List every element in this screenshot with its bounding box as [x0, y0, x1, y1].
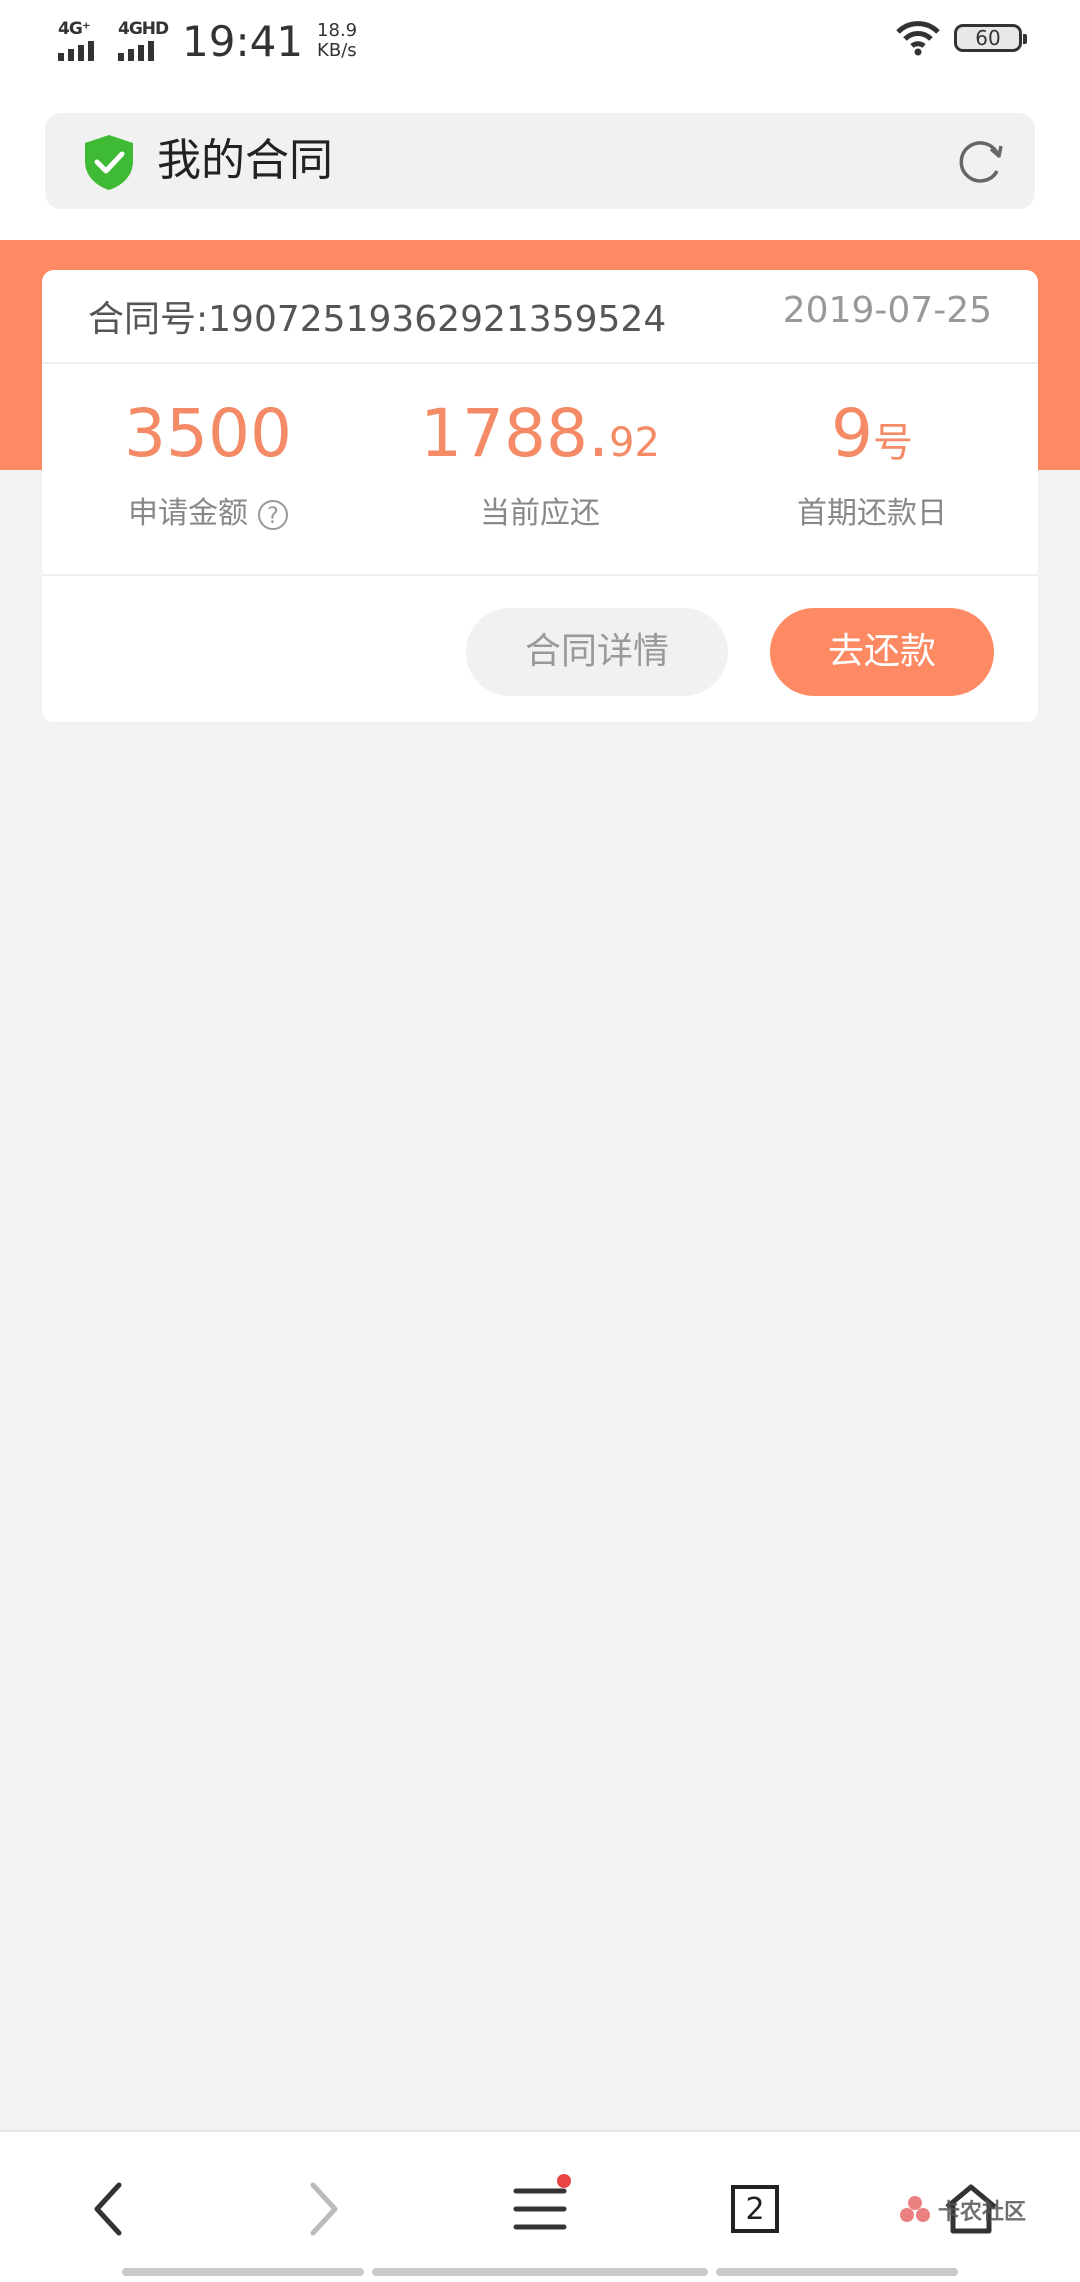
- contract-stats: 3500 申请金额? 1788.92 当前应还 9号 首期还款日: [42, 364, 1038, 576]
- gesture-bar-segment: [716, 2268, 958, 2276]
- repay-day-label: 首期还款日: [797, 496, 947, 531]
- help-icon[interactable]: ?: [258, 499, 288, 530]
- watermark: 卡农社区: [898, 2190, 1028, 2230]
- gesture-bar-segment: [372, 2268, 708, 2276]
- watermark-logo-icon: [900, 2196, 930, 2222]
- watermark-text: 卡农社区: [938, 2200, 1027, 2225]
- chevron-left-icon: [94, 2182, 122, 2236]
- applied-amount-label: 申请金额?: [42, 494, 374, 534]
- current-due-value: 1788.92: [374, 394, 706, 483]
- wifi-icon: [896, 21, 940, 56]
- signal-icon-2: 4GHD: [118, 19, 169, 63]
- repay-day-unit: 号: [873, 420, 913, 466]
- gesture-bar-segment: [122, 2268, 364, 2276]
- stat-repay-day: 9号 首期还款日: [706, 364, 1038, 574]
- network-type-2: 4GHD: [118, 19, 169, 39]
- battery-level: 60: [975, 26, 1001, 50]
- contract-detail-button[interactable]: 合同详情: [466, 608, 728, 696]
- repay-day-number: 9: [831, 395, 873, 472]
- applied-amount-label-text: 申请金额: [128, 496, 248, 531]
- clock: 19:41: [182, 16, 304, 66]
- contract-date: 2019-07-25: [782, 290, 992, 331]
- tabs-button[interactable]: 2: [720, 2174, 790, 2244]
- battery-icon: 60: [954, 24, 1027, 52]
- bottom-nav-bar: 2 卡农社区: [0, 2130, 1080, 2282]
- status-left: 4G⁺ 4GHD 19:41 18.9 KB/s: [58, 16, 357, 66]
- current-due-integer: 1788.: [420, 395, 610, 472]
- contract-number: 合同号:19072519362921359524: [88, 290, 666, 342]
- network-type-1: 4G⁺: [58, 19, 91, 39]
- menu-icon: [513, 2188, 567, 2230]
- current-due-decimal: 92: [609, 420, 660, 466]
- network-speed: 18.9 KB/s: [317, 21, 357, 61]
- title-pill: 我的合同: [45, 113, 1035, 209]
- stat-current-due: 1788.92 当前应还: [374, 364, 706, 574]
- menu-button[interactable]: [505, 2174, 575, 2244]
- signal-icon-1: 4G⁺: [58, 19, 104, 63]
- notification-dot: [557, 2174, 571, 2188]
- contract-number-label: 合同号:: [88, 299, 209, 340]
- speed-unit: KB/s: [317, 40, 357, 61]
- contract-number-value: 19072519362921359524: [208, 299, 667, 340]
- speed-value: 18.9: [317, 20, 358, 41]
- applied-amount-value: 3500: [124, 395, 292, 472]
- stat-applied-amount: 3500 申请金额?: [42, 364, 374, 574]
- current-due-label: 当前应还: [480, 496, 600, 531]
- contract-card: 合同号:19072519362921359524 2019-07-25 3500…: [42, 270, 1038, 722]
- shield-check-icon: [85, 135, 133, 190]
- forward-button[interactable]: [288, 2174, 358, 2244]
- status-bar: 4G⁺ 4GHD 19:41 18.9 KB/s 60: [0, 0, 1080, 82]
- back-button[interactable]: [74, 2174, 144, 2244]
- status-right: 60: [896, 20, 1027, 56]
- tab-count: 2: [731, 2185, 779, 2233]
- top-bar: 我的合同: [0, 82, 1080, 240]
- page-title: 我的合同: [157, 135, 333, 186]
- repay-day-value: 9号: [706, 394, 1038, 483]
- contract-header: 合同号:19072519362921359524 2019-07-25: [42, 270, 1038, 364]
- refresh-icon[interactable]: [953, 135, 1007, 189]
- chevron-right-icon: [310, 2182, 338, 2236]
- repay-button[interactable]: 去还款: [770, 608, 994, 696]
